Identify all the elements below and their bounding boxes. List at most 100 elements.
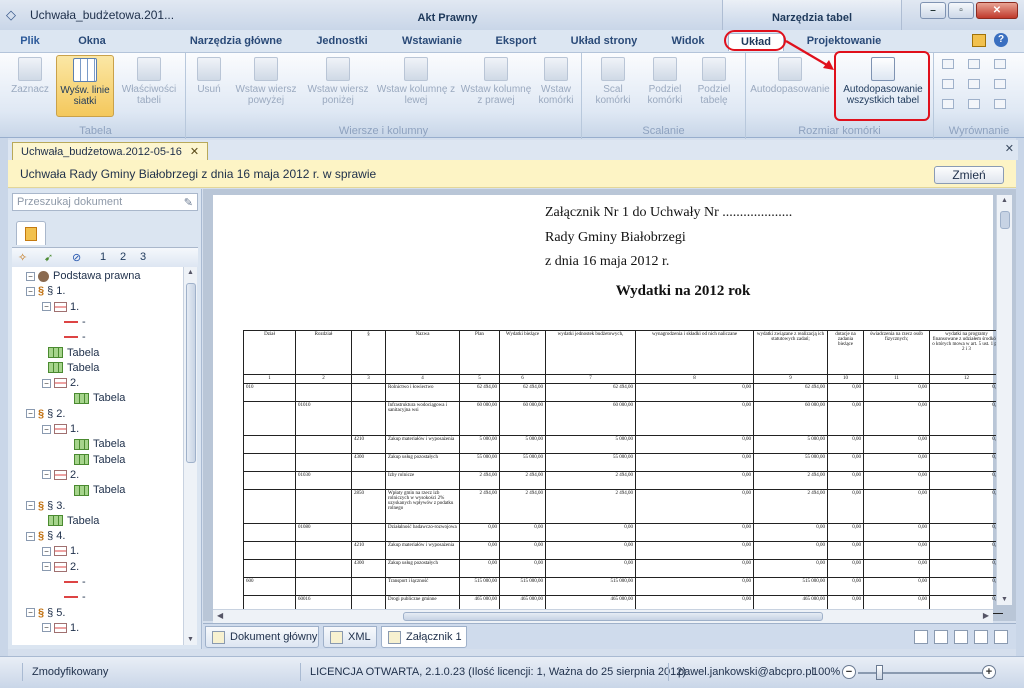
table-cell[interactable]: 5 000,00 — [545, 435, 636, 454]
table-cell[interactable] — [243, 489, 296, 524]
table-cell[interactable]: 55 000,00 — [459, 453, 500, 472]
column-header[interactable]: Wydatki bieżące — [499, 330, 546, 375]
delete-attachment-icon[interactable] — [974, 630, 988, 644]
table-cell[interactable]: 0,00 — [499, 523, 546, 542]
table-cell[interactable] — [243, 453, 296, 472]
table-cell[interactable]: 010 — [243, 383, 296, 402]
help-icon[interactable]: ? — [994, 33, 1008, 47]
table-cell[interactable]: 0,00 — [635, 559, 754, 578]
table-cell[interactable]: 0,00 — [929, 471, 1003, 490]
document-scrollbar[interactable]: ▲ ▼ — [996, 195, 1012, 605]
scroll-down-icon[interactable]: ▼ — [187, 636, 194, 643]
eraser-icon[interactable]: ✎ — [184, 196, 193, 209]
column-header[interactable]: Rozdział — [295, 330, 352, 375]
tab-okna[interactable]: Okna — [70, 33, 114, 51]
change-button[interactable]: Zmień — [934, 166, 1004, 184]
insert-row-below-button[interactable]: Wstaw wiersz poniżej — [304, 55, 372, 117]
tree-scroll-thumb[interactable] — [186, 283, 196, 463]
merge-cells-button[interactable]: Scal komórki — [588, 55, 638, 117]
table-cell[interactable] — [295, 541, 352, 560]
table-cell[interactable]: 0,00 — [827, 471, 864, 490]
table-cell[interactable] — [295, 559, 352, 578]
table-cell[interactable]: 62 494,00 — [459, 383, 500, 402]
table-cell[interactable] — [295, 577, 352, 596]
scroll-down-icon[interactable]: ▼ — [1001, 596, 1008, 603]
tab-uklad-strony[interactable]: Układ strony — [560, 33, 648, 51]
table-cell[interactable]: 2 494,00 — [545, 489, 636, 524]
tree-node[interactable]: − 1. — [42, 422, 79, 436]
column-header[interactable]: świadczenia na rzecz osób fizycznych; — [863, 330, 930, 375]
collapse-box-icon[interactable]: − — [26, 501, 35, 511]
table-cell[interactable] — [243, 541, 296, 560]
column-header[interactable]: dotacje na zadania bieżące — [827, 330, 864, 375]
table-cell[interactable]: 0,00 — [545, 559, 636, 578]
table-row[interactable]: 010 Rolnictwo i łowiectwo 62 494,00 62 494,… — [243, 383, 1003, 402]
table-cell[interactable]: Zakup materiałów i wyposażenia — [385, 435, 460, 454]
align-bottom-center-icon[interactable] — [968, 99, 980, 109]
column-header[interactable]: wydatki związane z realizacją ich statut… — [753, 330, 828, 375]
tab-zalacznik-1[interactable]: Załącznik 1 — [381, 626, 467, 648]
table-cell[interactable]: 62 494,00 — [753, 383, 828, 402]
table-cell[interactable]: 0,00 — [863, 523, 930, 542]
tree-node[interactable]: − § § 3. — [26, 499, 65, 513]
tab-widok[interactable]: Widok — [662, 33, 714, 51]
table-cell[interactable]: 0,00 — [635, 577, 754, 596]
table-row[interactable]: 4210 Zakup materiałów i wyposażenia 5 000,… — [243, 435, 1003, 454]
table-cell[interactable]: 0,00 — [863, 577, 930, 596]
tree-node[interactable]: Tabela — [74, 437, 125, 451]
tab-plik[interactable]: Plik — [14, 33, 46, 51]
table-cell[interactable] — [243, 401, 296, 436]
level-3-button[interactable]: 3 — [140, 251, 146, 263]
expenses-table[interactable]: Dział Rozdział § Nazwa Plan Wydatki bieżące wy… — [243, 330, 1003, 614]
table-cell[interactable] — [243, 559, 296, 578]
table-cell[interactable]: 0,00 — [635, 435, 754, 454]
table-cell[interactable]: Działalność badawczo-rozwojowa — [385, 523, 460, 542]
level-2-button[interactable]: 2 — [120, 251, 126, 263]
collapse-box-icon[interactable]: − — [26, 531, 35, 541]
align-top-right-icon[interactable] — [994, 59, 1006, 69]
table-cell[interactable] — [295, 383, 352, 402]
table-cell[interactable]: 62 494,00 — [545, 383, 636, 402]
expand-icon[interactable]: ➹ — [44, 251, 53, 264]
table-cell[interactable]: 0,00 — [753, 541, 828, 560]
zoom-in-button[interactable]: + — [982, 665, 996, 679]
tree-scrollbar[interactable]: ▲ ▼ — [183, 267, 197, 645]
table-cell[interactable]: 0,00 — [545, 541, 636, 560]
table-cell[interactable]: 4210 — [351, 435, 386, 454]
minimize-button[interactable]: – — [920, 2, 946, 19]
table-cell[interactable]: 0,00 — [827, 435, 864, 454]
insert-column-left-button[interactable]: Wstaw kolumnę z lewej — [376, 55, 456, 117]
table-cell[interactable]: Transport i łączność — [385, 577, 460, 596]
collapse-box-icon[interactable]: − — [42, 378, 51, 388]
table-cell[interactable]: 0,00 — [827, 401, 864, 436]
table-cell[interactable]: 5 000,00 — [459, 435, 500, 454]
column-header[interactable]: wydatki jednostek budżetowych, — [545, 330, 636, 375]
zoom-out-button[interactable]: − — [842, 665, 856, 679]
table-cell[interactable]: 2 494,00 — [499, 489, 546, 524]
tree-node[interactable]: Tabela — [48, 346, 99, 360]
table-cell[interactable]: 2 494,00 — [753, 489, 828, 524]
tab-narzedzia-glowne[interactable]: Narzędzia główne — [180, 33, 292, 51]
column-header[interactable]: Nazwa — [385, 330, 460, 375]
table-cell[interactable]: Wpłaty gmin na rzecz izb rolniczych w wy… — [385, 489, 460, 524]
collapse-box-icon[interactable]: − — [26, 286, 35, 296]
table-cell[interactable]: 600 — [243, 577, 296, 596]
table-cell[interactable]: 55 000,00 — [545, 453, 636, 472]
scroll-right-icon[interactable]: ▶ — [983, 611, 989, 620]
scroll-left-icon[interactable]: ◀ — [217, 611, 223, 620]
table-cell[interactable]: 0,00 — [863, 559, 930, 578]
close-button[interactable]: ✕ — [976, 2, 1018, 19]
table-cell[interactable]: 60 000,00 — [499, 401, 546, 436]
tree-node[interactable]: - — [64, 315, 86, 329]
table-cell[interactable]: 0,00 — [827, 577, 864, 596]
split-cells-button[interactable]: Podziel komórki — [644, 55, 686, 117]
table-cell[interactable]: 2 494,00 — [545, 471, 636, 490]
table-cell[interactable]: 0,00 — [827, 541, 864, 560]
document-scroll-thumb[interactable] — [1000, 211, 1010, 229]
table-row[interactable]: 2850 Wpłaty gmin na rzecz izb rolniczych … — [243, 489, 1003, 524]
table-cell[interactable]: 01030 — [295, 471, 352, 490]
table-cell[interactable]: 0,00 — [753, 523, 828, 542]
table-cell[interactable]: Zakup usług pozostałych — [385, 453, 460, 472]
table-cell[interactable]: 60 000,00 — [753, 401, 828, 436]
table-cell[interactable]: 0,00 — [635, 471, 754, 490]
